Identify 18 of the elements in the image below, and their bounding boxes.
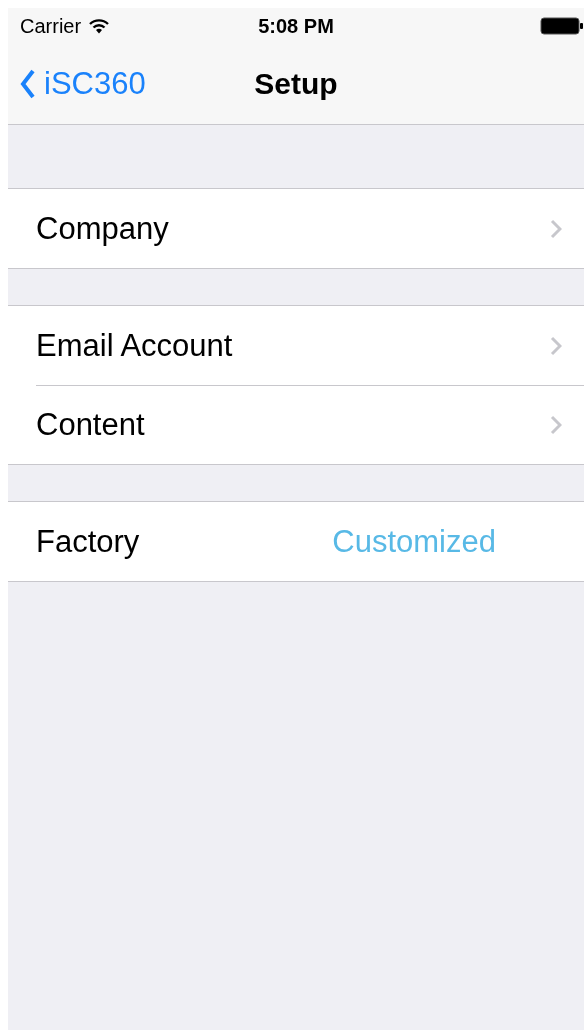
chevron-right-icon xyxy=(550,335,562,356)
row-label: Content xyxy=(36,406,145,443)
status-time: 5:08 PM xyxy=(258,14,334,38)
chevron-right-icon xyxy=(550,218,562,239)
settings-row[interactable]: Company xyxy=(8,189,584,268)
row-label: Company xyxy=(36,210,169,247)
carrier-label: Carrier xyxy=(20,14,82,38)
row-value: Customized xyxy=(332,523,496,560)
chevron-left-icon xyxy=(20,69,36,99)
battery-icon xyxy=(540,16,584,36)
settings-row[interactable]: Factory Customized xyxy=(8,502,584,581)
row-label: Email Account xyxy=(36,327,233,364)
settings-row[interactable]: Content xyxy=(8,385,584,464)
chevron-right-icon xyxy=(550,414,562,435)
row-label: Factory xyxy=(36,523,140,560)
nav-title: Setup xyxy=(254,67,338,101)
settings-row[interactable]: Email Account xyxy=(8,306,584,385)
wifi-icon xyxy=(89,18,110,34)
